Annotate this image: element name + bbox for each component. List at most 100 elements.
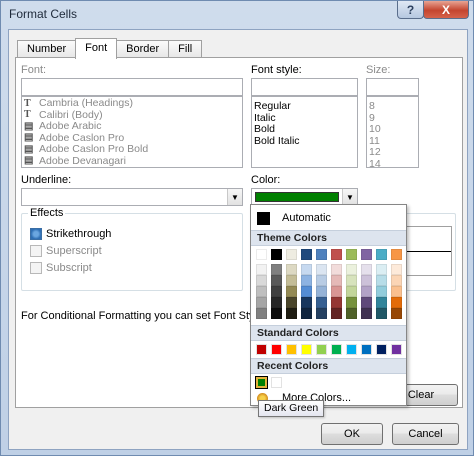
superscript-checkbox[interactable]: Superscript — [30, 245, 102, 257]
tab-number[interactable]: Number — [17, 40, 77, 58]
theme-color-swatch[interactable] — [361, 275, 372, 286]
theme-color-swatch[interactable] — [391, 308, 402, 319]
theme-color-swatch[interactable] — [316, 297, 327, 308]
tab-fill[interactable]: Fill — [168, 40, 203, 58]
font-list-item[interactable]: ▤ Adobe Devanagari — [22, 155, 242, 168]
theme-color-swatch[interactable] — [391, 264, 402, 275]
size-item[interactable]: 8 — [367, 100, 418, 113]
font-list-item[interactable]: ▤ Adobe Arabic — [22, 120, 242, 133]
theme-color-swatch[interactable] — [286, 286, 297, 297]
theme-color-swatch[interactable] — [256, 308, 267, 319]
recent-color-swatch[interactable] — [271, 377, 282, 388]
theme-color-swatch[interactable] — [346, 275, 357, 286]
strikethrough-checkbox[interactable]: Strikethrough — [30, 228, 111, 240]
theme-color-swatch[interactable] — [391, 297, 402, 308]
font-style-input[interactable] — [251, 78, 358, 96]
theme-color-swatch[interactable] — [331, 308, 342, 319]
theme-color-swatch[interactable] — [391, 249, 402, 260]
theme-color-swatch[interactable] — [301, 249, 312, 260]
theme-color-swatch[interactable] — [256, 286, 267, 297]
theme-color-swatch[interactable] — [346, 249, 357, 260]
cancel-button[interactable]: Cancel — [392, 423, 459, 445]
theme-color-swatch[interactable] — [331, 264, 342, 275]
theme-color-swatch[interactable] — [316, 308, 327, 319]
theme-color-swatch[interactable] — [286, 249, 297, 260]
theme-color-swatch[interactable] — [271, 275, 282, 286]
theme-color-swatch[interactable] — [331, 249, 342, 260]
theme-color-swatch[interactable] — [271, 308, 282, 319]
theme-color-swatch[interactable] — [286, 308, 297, 319]
theme-color-swatch[interactable] — [376, 297, 387, 308]
theme-color-swatch[interactable] — [256, 297, 267, 308]
font-style-item[interactable]: Bold — [252, 123, 357, 136]
theme-color-swatch[interactable] — [316, 264, 327, 275]
help-button[interactable]: ? — [397, 1, 424, 19]
theme-color-swatch[interactable] — [301, 308, 312, 319]
font-style-item[interactable]: Bold Italic — [252, 135, 357, 148]
theme-color-swatch[interactable] — [361, 264, 372, 275]
theme-color-swatch[interactable] — [331, 275, 342, 286]
theme-color-swatch[interactable] — [316, 275, 327, 286]
font-style-list[interactable]: Regular Italic Bold Bold Italic — [251, 96, 358, 168]
theme-color-swatch[interactable] — [346, 297, 357, 308]
standard-color-swatch[interactable] — [301, 344, 312, 355]
theme-color-swatch[interactable] — [286, 275, 297, 286]
standard-color-swatch[interactable] — [391, 344, 402, 355]
theme-color-swatch[interactable] — [316, 286, 327, 297]
chevron-down-icon[interactable]: ▼ — [227, 189, 242, 205]
font-style-item[interactable]: Regular — [252, 100, 357, 113]
theme-color-swatch[interactable] — [376, 275, 387, 286]
theme-color-swatch[interactable] — [376, 308, 387, 319]
theme-color-swatch[interactable] — [391, 286, 402, 297]
theme-color-swatch[interactable] — [376, 286, 387, 297]
title-bar[interactable]: Format Cells ? X — [1, 1, 473, 27]
theme-color-swatch[interactable] — [271, 286, 282, 297]
underline-dropdown[interactable]: ▼ — [21, 188, 243, 206]
size-input[interactable] — [366, 78, 419, 96]
standard-color-swatch[interactable] — [256, 344, 267, 355]
theme-color-swatch[interactable] — [361, 286, 372, 297]
size-item[interactable]: 14 — [367, 158, 418, 167]
subscript-checkbox[interactable]: Subscript — [30, 262, 92, 274]
theme-color-swatch[interactable] — [346, 264, 357, 275]
theme-color-swatch[interactable] — [301, 264, 312, 275]
chevron-down-icon[interactable]: ▼ — [342, 189, 357, 205]
theme-color-swatch[interactable] — [301, 297, 312, 308]
theme-color-swatch[interactable] — [376, 249, 387, 260]
theme-color-swatch[interactable] — [346, 308, 357, 319]
close-button[interactable]: X — [423, 1, 469, 19]
font-list-item[interactable]: T Cambria (Headings) — [22, 97, 242, 110]
standard-color-swatch[interactable] — [286, 344, 297, 355]
theme-color-swatch[interactable] — [286, 297, 297, 308]
font-list[interactable]: T Cambria (Headings) T Calibri (Body) ▤ Ado… — [21, 96, 243, 168]
theme-color-swatch[interactable] — [361, 297, 372, 308]
standard-color-swatch[interactable] — [376, 344, 387, 355]
theme-color-swatch[interactable] — [391, 275, 402, 286]
font-list-item[interactable]: ▤ Adobe Caslon Pro Bold — [22, 143, 242, 156]
theme-color-swatch[interactable] — [271, 264, 282, 275]
size-item[interactable]: 12 — [367, 146, 418, 159]
theme-color-swatch[interactable] — [301, 275, 312, 286]
size-list[interactable]: 8 9 10 11 12 14 — [366, 96, 419, 168]
theme-color-swatch[interactable] — [361, 308, 372, 319]
theme-color-swatch[interactable] — [361, 249, 372, 260]
theme-color-swatch[interactable] — [256, 249, 267, 260]
theme-color-swatch[interactable] — [331, 286, 342, 297]
standard-color-swatch[interactable] — [361, 344, 372, 355]
theme-color-swatch[interactable] — [256, 264, 267, 275]
size-item[interactable]: 10 — [367, 123, 418, 136]
theme-color-swatch[interactable] — [346, 286, 357, 297]
theme-color-swatch[interactable] — [376, 264, 387, 275]
theme-color-swatch[interactable] — [286, 264, 297, 275]
theme-color-swatch[interactable] — [271, 297, 282, 308]
ok-button[interactable]: OK — [321, 423, 383, 445]
automatic-color-option[interactable]: Automatic — [253, 207, 404, 229]
font-input[interactable] — [21, 78, 243, 96]
standard-color-swatch[interactable] — [331, 344, 342, 355]
theme-color-swatch[interactable] — [301, 286, 312, 297]
tab-font[interactable]: Font — [75, 38, 118, 59]
tab-border[interactable]: Border — [116, 40, 170, 58]
standard-color-swatch[interactable] — [316, 344, 327, 355]
theme-color-swatch[interactable] — [331, 297, 342, 308]
theme-color-swatch[interactable] — [316, 249, 327, 260]
